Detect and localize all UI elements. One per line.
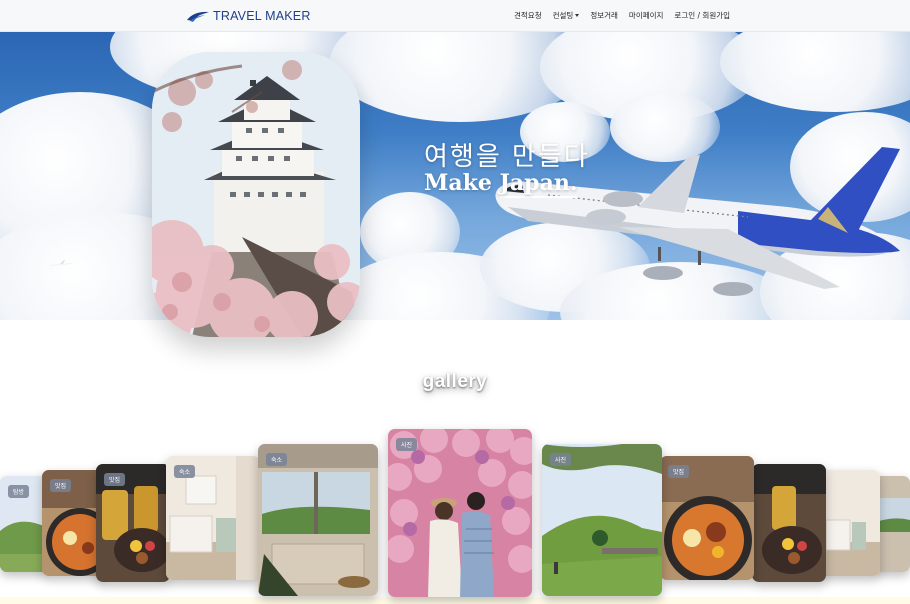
gallery-card[interactable]: 맛집 [96,464,170,582]
gallery-photo-hydrangea-couple [388,429,532,597]
caret-down-icon [575,14,580,17]
castle-photo [152,52,360,337]
gallery-card-tag: 맛집 [50,479,72,492]
gallery-card-tag: 맛집 [104,473,126,486]
footer-edge [0,597,910,604]
gallery-title: gallery [422,371,488,392]
gallery-card[interactable]: 사진 [542,444,662,596]
gallery-card-tag: 숙소 [266,453,288,466]
hero-title-english: Make Japan. [424,170,578,198]
nav-item-info-trade[interactable]: 정보거래 [590,10,618,21]
gallery-card[interactable]: 맛집 [660,456,754,580]
brand-logo[interactable]: TRAVEL MAKER [186,7,311,25]
cloud-image [720,32,910,112]
main-nav: 견적요청 컨설팅 정보거래 마이페이지 로그인 / 회원가입 [514,10,730,21]
nav-item-quote-request[interactable]: 견적요청 [514,10,542,21]
gallery-card[interactable]: 숙소 [258,444,378,596]
nav-item-login-signup[interactable]: 로그인 / 회원가입 [674,10,730,21]
navbar: TRAVEL MAKER 견적요청 컨설팅 정보거래 마이페이지 로그인 / 회… [0,0,910,32]
small-airplane-image [49,260,73,266]
gallery-card-tag: 숙소 [174,465,196,478]
gallery-card-tag: 사진 [550,453,572,466]
nav-item-consulting-label: 컨설팅 [552,11,574,20]
hero-title-destination: Japan. [499,170,578,198]
gallery-card-tag: 탐방 [8,485,30,498]
gallery-card[interactable]: 숙소 [166,456,260,580]
hero-title-prefix: Make [424,170,500,196]
gallery-card-active[interactable]: 사진 [388,429,532,597]
nav-item-consulting[interactable]: 컨설팅 [553,10,580,21]
gallery-card[interactable] [820,470,880,576]
page: TRAVEL MAKER 견적요청 컨설팅 정보거래 마이페이지 로그인 / 회… [0,0,910,604]
plane-logo-icon [187,11,209,22]
himeji-castle-image [152,52,360,337]
gallery-photo-beer-food-2 [752,464,826,582]
brand-name: TRAVEL MAKER [213,9,311,23]
gallery-card-tag: 맛집 [668,465,690,478]
gallery-photo-green-hills [542,444,662,596]
gallery-card[interactable] [752,464,826,582]
gallery-card-tag: 사진 [396,438,418,451]
hero-banner: 여행을 만들다 Make Japan. [0,32,910,320]
gallery-card[interactable]: 탐방 [0,476,48,572]
nav-item-mypage[interactable]: 마이페이지 [629,10,664,21]
hero-title-korean: 여행을 만들다 [424,142,590,172]
gallery-photo-onsen-room [258,444,378,596]
gallery-photo-kitchen-2 [820,470,880,576]
